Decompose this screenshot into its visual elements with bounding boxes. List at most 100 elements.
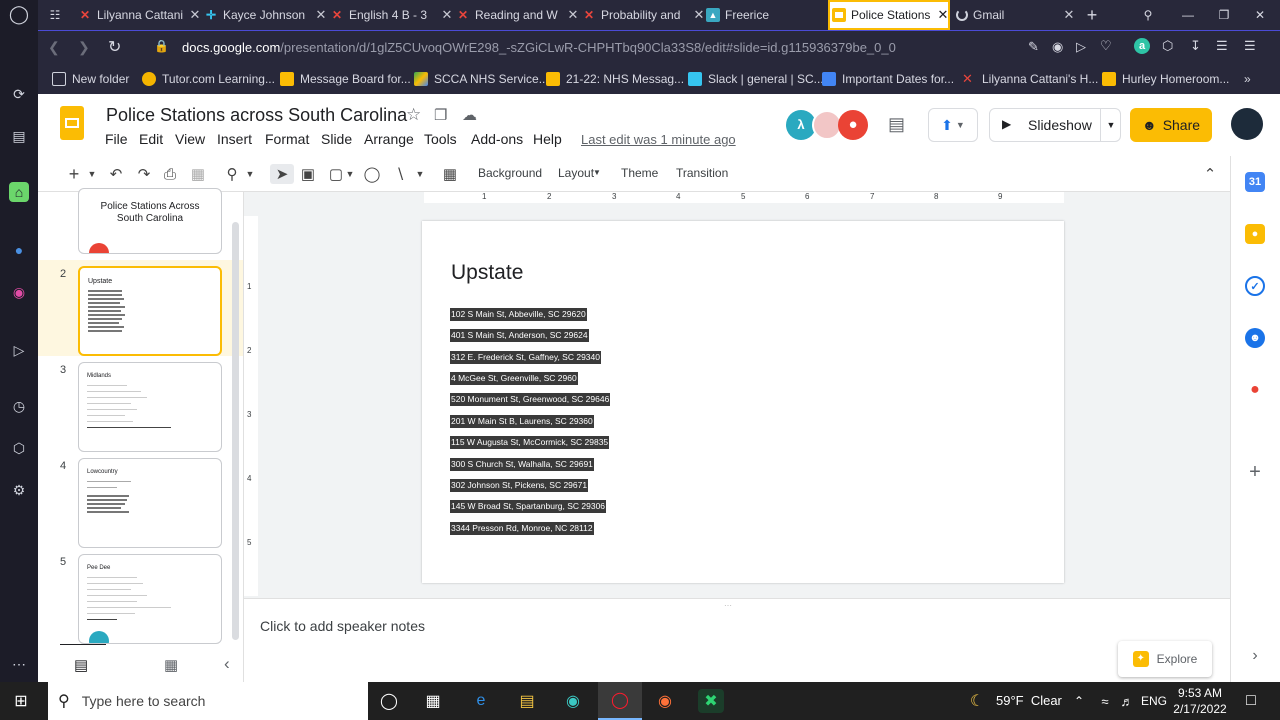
collapse-toolbar-icon[interactable]: ⌃	[1200, 164, 1220, 184]
chevron-down-icon[interactable]: ▼	[1100, 109, 1121, 141]
keep-icon[interactable]: ●	[1245, 224, 1265, 244]
notifications-icon[interactable]: □	[1238, 689, 1264, 713]
bookmark-message-board[interactable]: Message Board for...	[280, 64, 411, 94]
cortana-icon[interactable]: ◯	[376, 689, 402, 713]
tab-1[interactable]: ✛ Kayce Johnson ✕	[204, 0, 328, 30]
menu-edit[interactable]: Edit	[139, 131, 163, 147]
firefox-icon[interactable]: ◉	[652, 689, 678, 713]
layout-button[interactable]: Layout	[558, 166, 594, 180]
address-line[interactable]: 4 McGee St, Greenville, SC 2960	[450, 372, 578, 385]
clock[interactable]: 9:53 AM 2/17/2022	[1172, 686, 1228, 716]
expand-panel-icon[interactable]: ›	[1245, 646, 1265, 666]
more-bookmarks-icon[interactable]: »	[1244, 64, 1251, 94]
notes-placeholder[interactable]: Click to add speaker notes	[260, 618, 425, 634]
menu-slide[interactable]: Slide	[321, 131, 352, 147]
slides-logo-icon[interactable]	[60, 106, 84, 140]
share-button[interactable]: ☻ Share	[1130, 108, 1212, 142]
menu-format[interactable]: Format	[265, 131, 309, 147]
tasks-icon[interactable]: ✓	[1245, 276, 1265, 296]
vertical-ruler[interactable]: 1 2 3 4 5	[244, 216, 258, 596]
menu-view[interactable]: View	[175, 131, 205, 147]
url-field[interactable]: docs.google.com/presentation/d/1glZ5CUvo…	[182, 40, 1042, 55]
bookmark-tutor[interactable]: Tutor.com Learning...	[142, 64, 275, 94]
print-icon[interactable]: ⎙	[160, 164, 180, 184]
tab-menu-icon[interactable]: ☷	[40, 0, 70, 30]
slide-thumbnail-1[interactable]: Police Stations Across South Carolina	[78, 188, 222, 254]
select-icon[interactable]: ➤	[270, 164, 294, 184]
chevron-down-icon[interactable]: ▼	[344, 164, 356, 184]
address-line[interactable]: 115 W Augusta St, McCormick, SC 29835	[450, 436, 610, 449]
slide[interactable]: Upstate 102 S Main St, Abbeville, SC 296…	[422, 221, 1064, 583]
workspace-icon[interactable]: ▤	[9, 126, 29, 146]
filmstrip-scrollbar[interactable]	[232, 222, 239, 640]
history-icon[interactable]: ◷	[9, 396, 29, 416]
paint-format-icon[interactable]: ▦	[188, 164, 208, 184]
instagram-icon[interactable]: ◉	[9, 282, 29, 302]
close-icon[interactable]: ✕	[692, 7, 706, 23]
image-icon[interactable]: ▢	[326, 164, 346, 184]
opera-taskbar-icon[interactable]: ◯	[598, 682, 642, 720]
close-icon[interactable]: ✕	[440, 7, 454, 23]
address-line[interactable]: 312 E. Frederick St, Gaffney, SC 29340	[450, 351, 601, 364]
background-button[interactable]: Background	[478, 166, 542, 180]
bookmark-scca[interactable]: SCCA NHS Service...	[414, 64, 549, 94]
bookmark-lilyanna[interactable]: ✕ Lilyanna Cattani's H...	[962, 64, 1098, 94]
app-icon[interactable]: ✖	[698, 689, 724, 713]
slide-thumbnail-5[interactable]: Pee Dee	[78, 554, 222, 644]
new-slide-icon[interactable]: +	[64, 164, 84, 184]
menu-addons[interactable]: Add-ons	[471, 131, 523, 147]
send-icon[interactable]: ▷	[1076, 39, 1086, 55]
tab-6[interactable]: Police Stations ✕	[828, 0, 950, 30]
filmstrip-view-icon[interactable]: ▤	[74, 656, 88, 674]
messenger-icon[interactable]: ●	[9, 240, 29, 260]
add-comment-icon[interactable]: ▦	[440, 164, 460, 184]
contacts-icon[interactable]: ☻	[1245, 328, 1265, 348]
minimize-icon[interactable]: —	[1178, 0, 1198, 30]
taskbar-search[interactable]: ⚲ Type here to search	[48, 682, 368, 720]
edge-icon[interactable]: ◉	[560, 689, 586, 713]
bookmark-hurley[interactable]: Hurley Homeroom...	[1102, 64, 1229, 94]
menu-icon[interactable]: ☰	[1244, 38, 1256, 54]
undo-icon[interactable]: ↶	[106, 164, 126, 184]
easy-setup-icon[interactable]: ☰	[1216, 38, 1228, 54]
player-icon[interactable]: ▷	[9, 340, 29, 360]
new-tab-icon[interactable]: +	[1082, 0, 1102, 30]
close-icon[interactable]: ✕	[1062, 7, 1076, 23]
close-icon[interactable]: ✕	[314, 7, 328, 23]
present-to-meeting-button[interactable]: ⬆ ▼	[928, 108, 978, 142]
menu-insert[interactable]: Insert	[217, 131, 252, 147]
chevron-down-icon[interactable]: ▼	[86, 164, 98, 184]
bookmark-slack[interactable]: Slack | general | SC...	[688, 64, 824, 94]
tab-7[interactable]: Gmail ✕	[956, 0, 1076, 30]
chevron-down-icon[interactable]: ▼	[244, 164, 256, 184]
show-hidden-icon[interactable]: ⌃	[1066, 689, 1092, 713]
menu-arrange[interactable]: Arrange	[364, 131, 414, 147]
move-folder-icon[interactable]: ❐	[434, 106, 447, 124]
windows-start-icon[interactable]: ⊞	[8, 689, 34, 713]
extension-a-icon[interactable]: a	[1134, 38, 1150, 54]
back-icon[interactable]: ❮	[48, 39, 60, 56]
tab-3[interactable]: ✕ Reading and W ✕	[456, 0, 580, 30]
task-view-icon[interactable]: ▦	[420, 689, 446, 713]
comments-icon[interactable]: ▤	[888, 114, 905, 135]
tab-0[interactable]: ✕ Lilyanna Cattani ✕	[78, 0, 202, 30]
slide-title[interactable]: Upstate	[451, 261, 523, 285]
star-icon[interactable]: ☆	[406, 105, 421, 125]
bookmark-important-dates[interactable]: Important Dates for...	[822, 64, 954, 94]
menu-tools[interactable]: Tools	[424, 131, 457, 147]
cube-icon[interactable]: ⬡	[1162, 38, 1173, 54]
forward-icon[interactable]: ❯	[78, 39, 90, 56]
chevron-down-icon[interactable]: ▼	[414, 164, 426, 184]
horizontal-ruler[interactable]: 1 2 3 4 5 6 7 8 9	[424, 192, 1064, 203]
restore-icon[interactable]: ❐	[1214, 0, 1234, 30]
maps-icon[interactable]: ●	[1245, 380, 1265, 400]
menu-help[interactable]: Help	[533, 131, 562, 147]
download-icon[interactable]: ↧	[1190, 38, 1201, 54]
address-line[interactable]: 300 S Church St, Walhalla, SC 29691	[450, 458, 594, 471]
theme-button[interactable]: Theme	[621, 166, 658, 180]
slide-thumbnail-3[interactable]: Midlands	[78, 362, 222, 452]
address-line[interactable]: 302 Johnson St, Pickens, SC 29671	[450, 479, 589, 492]
language-indicator[interactable]: ENG	[1141, 694, 1167, 708]
transition-button[interactable]: Transition	[676, 166, 728, 180]
tab-5[interactable]: ▲ Freerice	[706, 0, 830, 30]
